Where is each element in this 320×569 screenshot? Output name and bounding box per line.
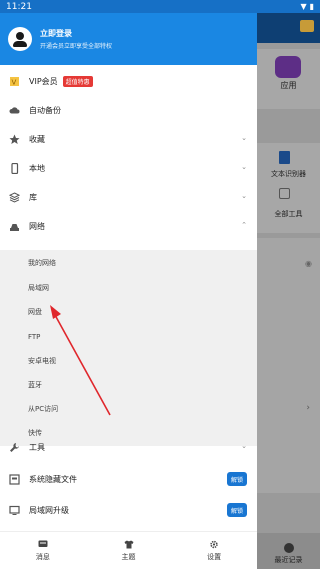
wrench-icon [9,442,20,453]
chevron-down-icon: ⌄ [241,442,247,450]
shirt-icon [124,540,133,548]
login-title: 立即登录 [40,29,72,38]
unlock-button[interactable]: 解锁 [226,472,247,486]
chevron-down-icon: ⌄ [241,192,247,200]
menu-item-vip[interactable]: V VIP会员 超值特惠 [0,71,257,91]
avatar-icon[interactable] [8,27,32,51]
network-item-ftp[interactable]: FTP [28,330,40,344]
monitor-icon [9,505,20,516]
drawer-bottom-nav: 消息 主题 设置 [0,531,257,569]
clock-icon [284,543,294,553]
menu-item-lan-upgrade[interactable]: 局域网升级 解锁 [0,500,257,520]
tools-icon [279,188,290,199]
network-item-netdisk[interactable]: 网盘 [28,305,42,319]
hidden-file-icon [9,473,20,485]
login-text: 立即登录 开通会员立即享受全部特权 [40,28,112,50]
cloud-icon [9,105,20,116]
background-app: 应用 文本识别器 全部工具 ◉ › 最近记录 [257,13,320,569]
eye-icon: ◉ [305,259,312,268]
network-label: 网络 [29,221,45,231]
backup-label: 自动备份 [29,105,61,115]
status-icons: ▼ ▮ [300,2,314,11]
chevron-down-icon: ⌄ [241,163,247,171]
local-label: 本地 [29,163,45,173]
apps-icon [275,56,301,78]
hidden-files-label: 系统隐藏文件 [29,474,77,484]
menu-item-backup[interactable]: 自动备份 [0,100,257,120]
svg-text:V: V [12,78,17,86]
menu-item-favorites[interactable]: 收藏 ⌄ [0,129,257,149]
status-time: 11:21 [6,1,32,12]
status-bar: 11:21 ▼ ▮ [0,0,320,13]
messages-button[interactable]: 消息 [0,532,86,569]
library-icon [9,191,20,203]
navigation-drawer: 立即登录 开通会员立即享受全部特权 V VIP会员 超值特惠 自动备份 收藏 ⌄… [0,13,257,569]
network-submenu: 我的网络 局域网 网盘 FTP 安卓电视 蓝牙 从PC访问 快传 [0,250,257,446]
login-header[interactable]: 立即登录 开通会员立即享受全部特权 [0,13,257,65]
settings-label: 设置 [207,552,222,561]
vip-label: VIP会员 [29,76,58,86]
battery-icon: ▮ [309,2,314,11]
star-icon [9,134,20,145]
crown-icon: V [9,76,20,87]
network-item-my-network[interactable]: 我的网络 [28,256,56,270]
menu-item-local[interactable]: 本地 ⌄ [0,158,257,178]
phone-icon [9,162,20,174]
favorites-label: 收藏 [29,134,45,144]
document-icon [279,151,290,164]
chevron-right-icon: › [306,403,310,413]
menu-item-network[interactable]: 网络 ⌃ [0,216,257,236]
menu-item-tools[interactable]: 工具 ⌄ [0,437,257,457]
unlock-button[interactable]: 解锁 [226,503,247,517]
messages-label: 消息 [35,552,50,561]
menu-item-library[interactable]: 库 ⌄ [0,187,257,207]
promo-badge: 超值特惠 [62,75,93,87]
full-tools-label: 全部工具 [274,210,303,218]
message-icon [38,540,48,547]
network-item-lan[interactable]: 局域网 [28,281,49,295]
tools-label: 工具 [29,442,45,452]
gift-icon [300,20,314,32]
settings-button[interactable]: 设置 [171,532,257,569]
background-header [257,13,320,43]
doc-recognition-label: 文本识别器 [271,170,306,178]
menu-item-hidden-files[interactable]: 系统隐藏文件 解锁 [0,469,257,489]
network-drive-icon [9,221,20,232]
theme-label: 主题 [121,552,136,561]
chevron-up-icon: ⌃ [241,221,247,229]
chevron-down-icon: ⌄ [241,134,247,142]
apps-label: 应用 [280,81,297,90]
login-subtitle: 开通会员立即享受全部特权 [40,43,113,50]
network-item-pc-access[interactable]: 从PC访问 [28,402,58,416]
background-card [257,238,320,493]
network-item-android-tv[interactable]: 安卓电视 [28,354,56,368]
gear-icon [210,540,218,548]
library-label: 库 [29,192,37,202]
lan-upgrade-label: 局域网升级 [29,505,69,515]
recent-label: 最近记录 [274,556,303,564]
theme-button[interactable]: 主题 [86,532,172,569]
download-icon: ▼ [300,2,307,11]
network-item-bluetooth[interactable]: 蓝牙 [28,378,42,392]
